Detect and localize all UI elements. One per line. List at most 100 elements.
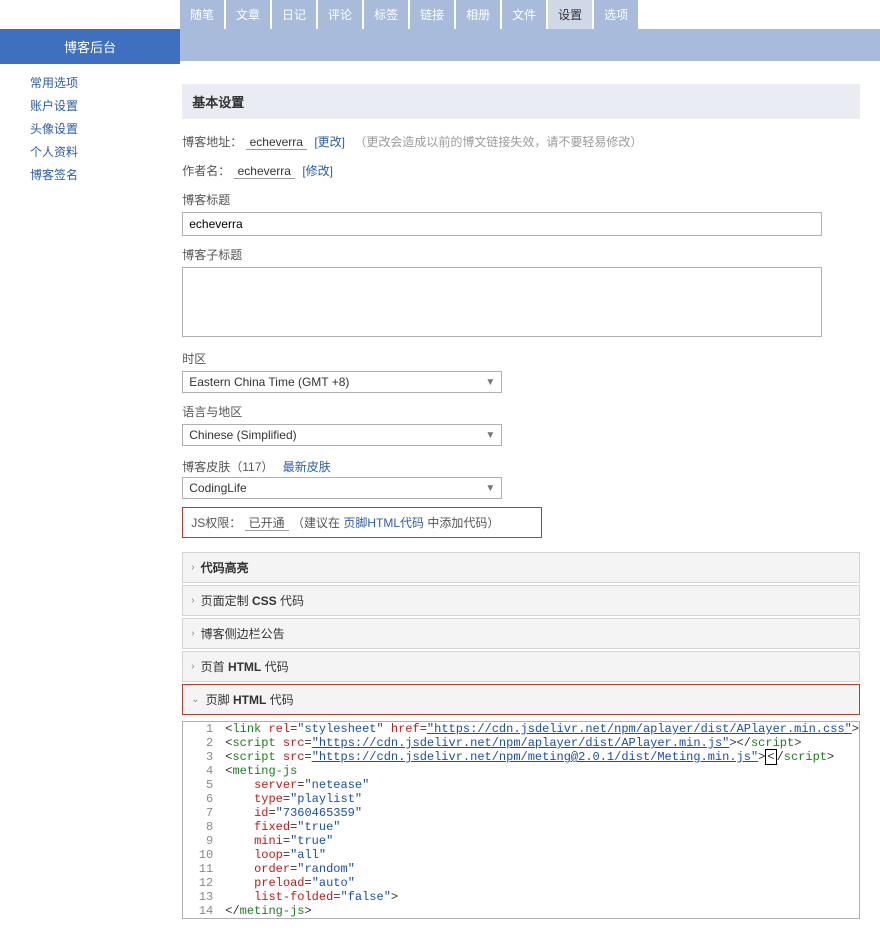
code-line[interactable]: 12 preload="auto" [183, 876, 859, 890]
sidebar-link[interactable]: 账户设置 [30, 97, 162, 114]
author-value: echeverra [234, 164, 295, 179]
accordion-item[interactable]: › 页面定制 CSS 代码 [182, 585, 860, 616]
accordion-item-label: 页面定制 CSS 代码 [201, 592, 304, 609]
top-tab[interactable]: 相册 [456, 0, 500, 29]
accordion-item[interactable]: › 博客侧边栏公告 [182, 618, 860, 649]
code-line[interactable]: 10 loop="all" [183, 848, 859, 862]
code-text: server="netease" [221, 778, 859, 792]
code-text: <link rel="stylesheet" href="https://cdn… [221, 722, 859, 736]
code-text: id="7360465359" [221, 806, 859, 820]
code-line[interactable]: 1<link rel="stylesheet" href="https://cd… [183, 722, 859, 736]
code-line[interactable]: 7 id="7360465359" [183, 806, 859, 820]
chevron-right-icon: › [191, 595, 194, 606]
blog-title-input[interactable] [182, 212, 822, 236]
accordion-item-label: 页脚 HTML 代码 [206, 691, 294, 708]
top-tab[interactable]: 设置 [548, 0, 592, 29]
section-title-basic: 基本设置 [182, 84, 860, 119]
latest-skin-link[interactable]: 最新皮肤 [283, 460, 331, 474]
js-permission-status: 已开通 [245, 516, 289, 531]
code-text: </meting-js> [221, 904, 859, 918]
blog-address-label: 博客地址： [182, 135, 242, 149]
blog-address-change-link[interactable]: [更改] [314, 135, 345, 149]
line-number: 13 [183, 890, 221, 904]
skin-select[interactable]: CodingLife ▼ [182, 477, 502, 499]
author-label: 作者名： [182, 164, 230, 178]
chevron-down-icon: ▼ [485, 377, 495, 388]
code-text: preload="auto" [221, 876, 859, 890]
line-number: 1 [183, 722, 221, 736]
code-text: list-folded="false"> [221, 890, 859, 904]
line-number: 14 [183, 904, 221, 918]
timezone-value: Eastern China Time (GMT +8) [189, 375, 349, 389]
code-text: fixed="true" [221, 820, 859, 834]
accordion-item[interactable]: ›页首 HTML 代码 [182, 651, 860, 682]
blog-address-row: 博客地址： echeverra [更改] （更改会造成以前的博文链接失效，请不要… [182, 133, 860, 150]
timezone-label: 时区 [182, 350, 860, 367]
sidebar-link[interactable]: 博客签名 [30, 166, 162, 183]
code-line[interactable]: 2<script src="https://cdn.jsdelivr.net/n… [183, 736, 859, 750]
line-number: 10 [183, 848, 221, 862]
sidebar-title: 博客后台 [0, 29, 180, 64]
accordion-item[interactable]: › 代码高亮 [182, 552, 860, 583]
footer-html-code-editor[interactable]: 1<link rel="stylesheet" href="https://cd… [182, 721, 860, 919]
chevron-right-icon: › [191, 562, 194, 573]
js-permission-label: JS权限： [191, 516, 241, 530]
blog-subtitle-label: 博客子标题 [182, 246, 860, 263]
skin-row: 博客皮肤（117） 最新皮肤 [182, 458, 860, 475]
code-text: mini="true" [221, 834, 859, 848]
top-tab[interactable]: 日记 [272, 0, 316, 29]
skin-label: 博客皮肤（117） [182, 460, 273, 474]
code-line[interactable]: 3<script src="https://cdn.jsdelivr.net/n… [183, 750, 859, 764]
timezone-select[interactable]: Eastern China Time (GMT +8) ▼ [182, 371, 502, 393]
skin-value: CodingLife [189, 481, 246, 495]
sidebar-link[interactable]: 个人资料 [30, 143, 162, 160]
chevron-down-icon: ⌄ [191, 694, 199, 705]
code-text: order="random" [221, 862, 859, 876]
line-number: 8 [183, 820, 221, 834]
blog-subtitle-input[interactable] [182, 267, 822, 337]
line-number: 7 [183, 806, 221, 820]
author-change-link[interactable]: [修改] [302, 164, 333, 178]
line-number: 3 [183, 750, 221, 764]
line-number: 6 [183, 792, 221, 806]
code-line[interactable]: 4<meting-js [183, 764, 859, 778]
sidebar-link[interactable]: 常用选项 [30, 74, 162, 91]
js-hint-link[interactable]: 页脚HTML代码 [343, 516, 424, 530]
top-tab[interactable]: 随笔 [180, 0, 224, 29]
top-tab[interactable]: 链接 [410, 0, 454, 29]
sidebar-link[interactable]: 头像设置 [30, 120, 162, 137]
line-number: 4 [183, 764, 221, 778]
blog-title-label: 博客标题 [182, 191, 860, 208]
code-line[interactable]: 9 mini="true" [183, 834, 859, 848]
line-number: 11 [183, 862, 221, 876]
code-line[interactable]: 14</meting-js> [183, 904, 859, 918]
js-hint-b: 中添加代码） [427, 516, 499, 530]
accordion-item-label: 博客侧边栏公告 [201, 625, 285, 642]
line-number: 9 [183, 834, 221, 848]
language-value: Chinese (Simplified) [189, 428, 296, 442]
accordion-item-label: 代码高亮 [201, 559, 249, 576]
top-tab[interactable]: 标签 [364, 0, 408, 29]
code-line[interactable]: 6 type="playlist" [183, 792, 859, 806]
code-line[interactable]: 11 order="random" [183, 862, 859, 876]
top-tab[interactable]: 文章 [226, 0, 270, 29]
language-select[interactable]: Chinese (Simplified) ▼ [182, 424, 502, 446]
accordion-item[interactable]: ⌄ 页脚 HTML 代码 [182, 684, 860, 715]
top-tab[interactable]: 文件 [502, 0, 546, 29]
chevron-down-icon: ▼ [485, 430, 495, 441]
code-line[interactable]: 5 server="netease" [183, 778, 859, 792]
code-line[interactable]: 13 list-folded="false"> [183, 890, 859, 904]
chevron-right-icon: › [191, 661, 194, 672]
blog-address-hint: （更改会造成以前的博文链接失效，请不要轻易修改） [354, 135, 642, 149]
code-line[interactable]: 8 fixed="true" [183, 820, 859, 834]
author-row: 作者名： echeverra [修改] [182, 162, 860, 179]
code-text: loop="all" [221, 848, 859, 862]
chevron-right-icon: › [191, 628, 194, 639]
js-hint-a: （建议在 [292, 516, 340, 530]
code-text: <script src="https://cdn.jsdelivr.net/np… [221, 750, 859, 764]
line-number: 5 [183, 778, 221, 792]
top-tab[interactable]: 评论 [318, 0, 362, 29]
code-text: <meting-js [221, 764, 859, 778]
code-text: <script src="https://cdn.jsdelivr.net/np… [221, 736, 859, 750]
top-tab[interactable]: 选项 [594, 0, 638, 29]
